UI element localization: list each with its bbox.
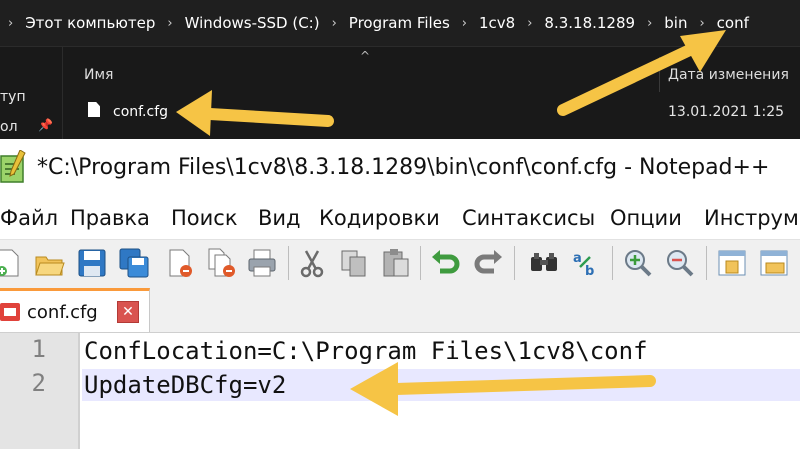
svg-text:b: b — [585, 264, 594, 279]
new-file-icon[interactable] — [0, 247, 24, 279]
menu-file[interactable]: Файл — [0, 206, 58, 230]
title-bar: *C:\Program Files\1cv8\8.3.18.1289\bin\c… — [0, 139, 800, 199]
svg-text:a: a — [573, 251, 582, 266]
breadcrumb-separator[interactable]: › — [155, 16, 184, 31]
toolbar: ab — [0, 239, 800, 287]
column-header-date[interactable]: Дата изменения — [668, 67, 789, 83]
navigation-pane: туп ол — [0, 47, 63, 139]
nav-item-partial[interactable]: туп — [0, 89, 26, 105]
breadcrumb-item-version[interactable]: 8.3.18.1289 — [544, 14, 635, 32]
toolbar-separator — [288, 246, 289, 280]
column-header-row: Имя ^ Дата изменения — [64, 47, 800, 92]
tab-bar: conf.cfg ✕ — [0, 286, 800, 333]
save-icon[interactable] — [76, 247, 108, 279]
zoom-out-icon[interactable] — [664, 247, 696, 279]
sort-up-icon: ^ — [360, 49, 371, 63]
unsaved-file-icon — [0, 303, 20, 321]
notepad-app-icon — [0, 150, 26, 183]
file-icon — [88, 102, 100, 117]
close-file-icon[interactable] — [164, 247, 196, 279]
toolbar-separator — [420, 246, 421, 280]
menu-tools[interactable]: Инструм — [704, 206, 799, 230]
editor-area[interactable]: 1 2 ConfLocation=C:\Program Files\1cv8\c… — [0, 333, 800, 449]
code-line[interactable]: UpdateDBCfg=v2 — [84, 369, 286, 401]
breadcrumb-separator[interactable]: › — [450, 16, 479, 31]
toolbar-separator — [706, 246, 707, 280]
breadcrumb-separator: › — [8, 15, 14, 31]
breadcrumb-separator[interactable]: › — [515, 16, 544, 31]
pin-icon[interactable]: 📌 — [38, 118, 53, 132]
tab-conf-cfg[interactable]: conf.cfg ✕ — [0, 288, 150, 332]
undo-icon[interactable] — [430, 247, 462, 279]
breadcrumb-separator[interactable]: › — [687, 16, 716, 31]
breadcrumb-item-conf[interactable]: conf — [717, 14, 749, 32]
menu-encoding[interactable]: Кодировки — [319, 206, 440, 230]
breadcrumb: › Этот компьютер › Windows-SSD (C:) › Pr… — [0, 0, 800, 47]
print-icon[interactable] — [246, 247, 278, 279]
close-all-icon[interactable] — [206, 247, 238, 279]
toolbar-separator — [514, 246, 515, 280]
line-number-gutter: 1 2 — [0, 333, 80, 449]
tab-label: conf.cfg — [27, 302, 98, 323]
code-line[interactable]: ConfLocation=C:\Program Files\1cv8\conf — [84, 335, 648, 367]
file-explorer-window: › Этот компьютер › Windows-SSD (C:) › Pr… — [0, 0, 800, 139]
sync-vertical-icon[interactable] — [716, 247, 748, 279]
line-number: 1 — [31, 335, 46, 363]
open-file-icon[interactable] — [34, 247, 66, 279]
menu-settings[interactable]: Опции — [610, 206, 682, 230]
toolbar-separator — [612, 246, 613, 280]
file-date-modified: 13.01.2021 1:25 — [668, 104, 785, 120]
tab-close-icon[interactable]: ✕ — [117, 301, 139, 323]
save-all-icon[interactable] — [118, 247, 150, 279]
column-header-name[interactable]: Имя — [84, 67, 113, 83]
sync-horizontal-icon[interactable] — [758, 247, 790, 279]
window-title: *C:\Program Files\1cv8\8.3.18.1289\bin\c… — [37, 155, 770, 180]
file-name[interactable]: conf.cfg — [113, 104, 168, 120]
find-icon[interactable] — [528, 247, 560, 279]
breadcrumb-item-drive[interactable]: Windows-SSD (C:) — [185, 14, 320, 32]
cut-icon[interactable] — [296, 247, 328, 279]
breadcrumb-separator[interactable]: › — [320, 16, 349, 31]
menu-edit[interactable]: Правка — [70, 206, 150, 230]
file-row[interactable]: conf.cfg 13.01.2021 1:25 — [64, 94, 800, 134]
column-divider[interactable] — [659, 57, 660, 92]
nav-item-partial[interactable]: ол — [0, 119, 18, 135]
breadcrumb-item-1cv8[interactable]: 1cv8 — [479, 14, 515, 32]
breadcrumb-item-bin[interactable]: bin — [664, 14, 687, 32]
menu-search[interactable]: Поиск — [171, 206, 238, 230]
breadcrumb-item-program-files[interactable]: Program Files — [349, 14, 450, 32]
zoom-in-icon[interactable] — [622, 247, 654, 279]
menu-language[interactable]: Синтаксисы — [462, 206, 595, 230]
line-number: 2 — [31, 369, 46, 397]
notepad-plus-plus-window: *C:\Program Files\1cv8\8.3.18.1289\bin\c… — [0, 139, 800, 449]
copy-icon[interactable] — [338, 247, 370, 279]
redo-icon[interactable] — [472, 247, 504, 279]
breadcrumb-separator[interactable]: › — [635, 16, 664, 31]
replace-icon[interactable]: ab — [570, 247, 602, 279]
breadcrumb-item-this-pc[interactable]: Этот компьютер — [25, 14, 155, 32]
paste-icon[interactable] — [380, 247, 412, 279]
menu-bar: Файл Правка Поиск Вид Кодировки Синтакси… — [0, 199, 800, 239]
menu-view[interactable]: Вид — [258, 206, 301, 230]
